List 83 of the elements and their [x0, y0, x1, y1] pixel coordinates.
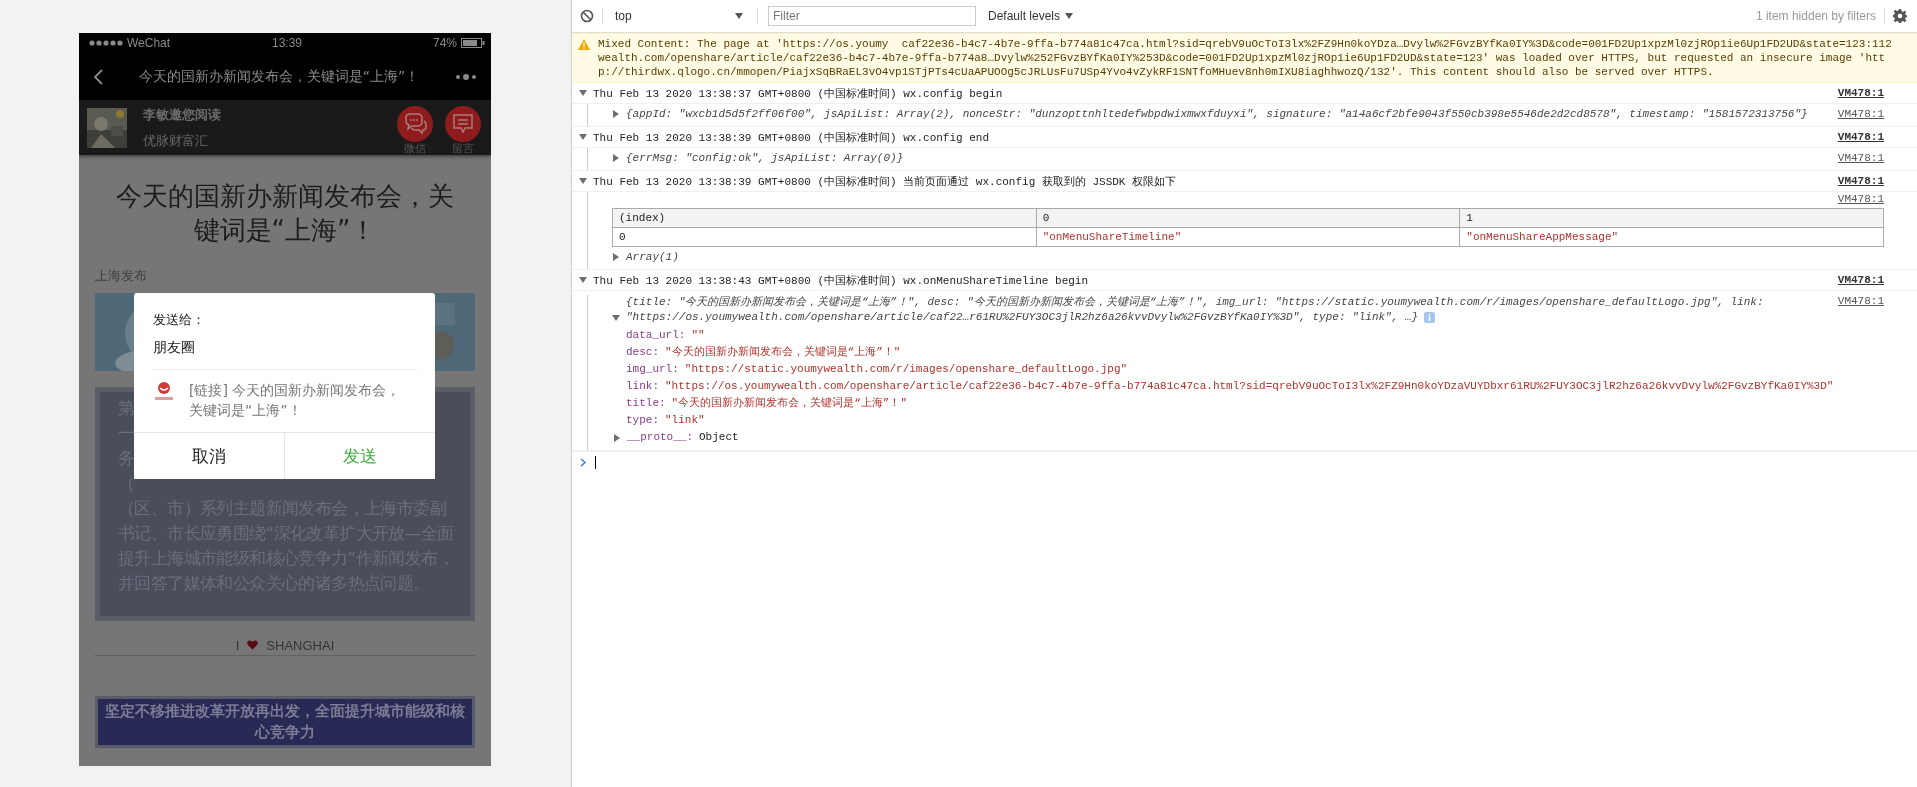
property-key: type: — [626, 412, 659, 429]
property-value: Object — [699, 430, 739, 445]
status-time: 13:39 — [272, 36, 302, 50]
column-header[interactable]: (index) — [612, 208, 1037, 228]
dropdown-icon — [735, 13, 743, 19]
expand-triangle-icon[interactable] — [613, 433, 621, 442]
source-link[interactable]: VM478:1 — [1837, 131, 1884, 143]
link-preview-text: [链接] 今天的国新办新闻发布会，关键词是“上海”！ — [189, 381, 402, 420]
back-icon[interactable] — [93, 68, 103, 85]
source-link[interactable]: VM478:1 — [1837, 295, 1884, 307]
log-message: Thu Feb 13 2020 13:38:43 GMT+0800 (中国标准时间) wx.onMenuShareTimeline begin — [593, 273, 1090, 288]
article-text: （ — [118, 473, 135, 495]
source-link[interactable]: VM478:1 — [1837, 193, 1884, 205]
property-key: link: — [626, 378, 659, 395]
collapse-triangle-icon[interactable] — [579, 177, 587, 185]
share-target: 朋友圈 — [153, 339, 196, 357]
context-select[interactable]: top — [611, 9, 749, 23]
settings-icon[interactable] — [1893, 9, 1907, 23]
expand-triangle-icon[interactable] — [612, 253, 620, 261]
levels-select[interactable]: Default levels — [988, 9, 1074, 23]
property-key: img_url: — [626, 361, 679, 378]
property-value: "今天的国新办新闻发布会，关键词是“上海”！" — [671, 396, 907, 411]
chat-icon — [403, 113, 427, 135]
object-preview[interactable]: "https://os.youmywealth.com/openshare/article/caf22…r61RU%2FUY3OC3jlR2hz6a26kvvDvylw%2FGvzBYfKa0IY%3D", type: "link", …} — [626, 310, 1419, 325]
comment-icon — [452, 113, 474, 135]
collapse-triangle-icon[interactable] — [579, 133, 587, 141]
property-value: "https://os.youmywealth.com/openshare/article/caf22e36-b4c7-4b7e-9ffa-b774a81c47ca.html?sid=qrebV9uOcToI3lx%2FZ9Hn0koYDzaVUYDbxr61RU%2FUY3OC3jlR2hz6a26kvvDvylw%2FGvzBYfKa0IY%3D" — [665, 379, 1834, 394]
table-cell: "onMenuShareAppMessage" — [1459, 227, 1884, 247]
property-key[interactable]: __proto__: — [627, 429, 693, 446]
battery-percent: 74% — [432, 36, 457, 50]
property-key: title: — [626, 395, 666, 412]
chat-button[interactable] — [397, 106, 433, 142]
collapse-triangle-icon[interactable] — [579, 276, 587, 284]
mixed-content-warning: Mixed Content: The page at 'https://os.youmy caf22e36-b4c7-4b7e-9ffa-b774a81c47ca.html?sid=qrebV9uOcToI3lx%2FZ9Hn0koYDza…Dvylw%2FGvzBYfKa0IY%3D&code=001FD2Up1xpzMl0zjROp1ie6Up1FD2UD&state=123:112 wealth.com/openshare/article/caf22e36-b4c7-4b7e-9ffa-b774a8…Dvylw%252FGvzBYfKa0IY%253D&code=001FD2Up1xpzMl0zjROp1ie6Up1FD2UD&state=123' was loaded over HTTPS, but requested an insecure image 'htt p://thirdwx.qlogo.cn/mmopen/PiajxSqBRaEL3vO4vp1STjPTs4cUaAPUOOg5cJRLUsFu7USp4Yvo4vZykRF1SNTfoMHuev8nh0mIXU8iaghhwozQ/132'. This content should also be served over HTTPS. — [598, 37, 1892, 79]
property-value: "" — [691, 328, 705, 343]
property-value: "https://static.youmywealth.com/r/images/openshare_defaultLogo.jpg" — [684, 362, 1128, 377]
more-icon[interactable] — [455, 72, 477, 81]
log-message: Thu Feb 13 2020 13:38:39 GMT+0800 (中国标准时间) 当前页面通过 wx.config 获取到的 JSSDK 权限如下 — [593, 174, 1178, 189]
source-link[interactable]: VM478:1 — [1837, 87, 1884, 99]
heart-icon — [247, 640, 259, 650]
divider-text: I — [235, 637, 240, 653]
object-preview[interactable]: {appId: "wxcb1d5d5f2ff06f00", jsApiList: Array(2), nonceStr: "dunzopttnhltedefwbpdwixmwxfduyxi", signature: "a14a6cf2bfe9043f550cb398e5546de2d2cd8578", timestamp: "1581572313756"} — [626, 108, 1808, 120]
source-link[interactable]: VM478:1 — [1837, 274, 1884, 286]
dialog-label: 发送给： — [153, 311, 206, 329]
collapse-triangle-icon[interactable] — [612, 314, 620, 322]
logo-icon — [153, 380, 175, 402]
signal-icon — [89, 40, 123, 46]
property-value: "今天的国新办新闻发布会，关键词是“上海”！" — [665, 345, 901, 360]
property-value: "link" — [665, 413, 705, 428]
page-title: 今天的国新办新闻发布会，关键词是“上海”！ — [137, 67, 421, 86]
table-cell: 0 — [612, 227, 1037, 247]
object-preview[interactable]: {errMsg: "config:ok", jsApiList: Array(0)} — [626, 152, 904, 164]
filter-field[interactable]: Filter — [768, 6, 976, 26]
divider-text: SHANGHAI — [266, 637, 335, 653]
clear-console-icon[interactable] — [580, 9, 594, 23]
inviter-name: 李敏邀您阅读 — [143, 105, 222, 124]
source-link[interactable]: VM478:1 — [1837, 108, 1884, 120]
prompt-icon — [580, 457, 587, 467]
property-key: data_url: — [626, 327, 686, 344]
slogan-banner: 坚定不移推进改革开放再出发，全面提升城市能级和核心竞争力 — [95, 696, 475, 748]
comment-button[interactable] — [445, 106, 481, 142]
expand-triangle-icon[interactable] — [612, 154, 620, 162]
carrier-name: WeChat — [127, 36, 171, 50]
object-preview[interactable]: {title: "今天的国新办新闻发布会，关键词是“上海”！", desc: "今天的国新办新闻发布会，关键词是“上海”！", img_url: "https://static.youmywealth.com/r/images/openshare_defaultLogo.jpg", link: — [626, 295, 1764, 310]
log-message: Thu Feb 13 2020 13:38:39 GMT+0800 (中国标准时间) wx.config end — [593, 130, 991, 145]
collapse-triangle-icon[interactable] — [579, 89, 587, 97]
text-cursor[interactable] — [595, 455, 596, 469]
source-link[interactable]: VM478:1 — [1837, 152, 1884, 164]
warning-icon — [578, 39, 590, 50]
expand-triangle-icon[interactable] — [612, 110, 620, 118]
log-message: Thu Feb 13 2020 13:38:37 GMT+0800 (中国标准时间) wx.config begin — [593, 86, 1004, 101]
dropdown-icon — [1065, 13, 1074, 19]
account-name: 优脉财富汇 — [143, 131, 209, 150]
battery-icon — [461, 38, 485, 48]
column-header[interactable]: 0 — [1036, 208, 1460, 228]
article-title: 今天的国新办新闻发布会，关键词是“上海”！ — [115, 180, 455, 247]
table-cell: "onMenuShareTimeline" — [1036, 227, 1460, 247]
property-key: desc: — [626, 344, 659, 361]
column-header[interactable]: 1 — [1459, 208, 1884, 228]
cancel-button[interactable]: 取消 — [134, 433, 285, 479]
hidden-items-note: 1 item hidden by filters — [1755, 9, 1876, 23]
source-link[interactable]: VM478:1 — [1837, 175, 1884, 187]
object-preview[interactable]: Array(1) — [626, 251, 679, 263]
